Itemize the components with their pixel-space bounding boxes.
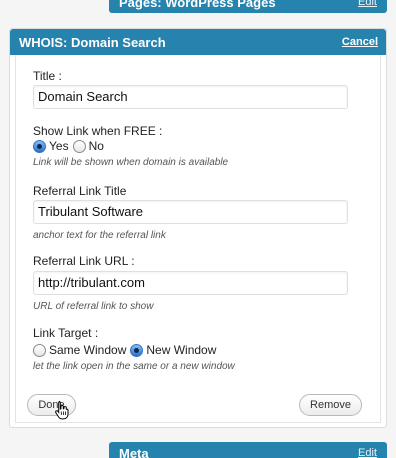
new-window-label[interactable]: New Window [146, 343, 216, 357]
link-target-label: Link Target : [33, 326, 99, 340]
ref-title-input[interactable]: Tribulant Software [33, 200, 348, 224]
widget-whois-panel: WHOIS: Domain Search Cancel Title : Doma… [9, 28, 387, 428]
show-link-yes-label[interactable]: Yes [49, 139, 69, 153]
hand-cursor-icon [55, 401, 69, 420]
ref-url-hint: URL of referral link to show [33, 301, 154, 312]
show-link-radio-group: Yes No [33, 139, 108, 153]
show-link-yes-radio[interactable] [33, 139, 46, 153]
link-target-radio-group: Same Window New Window [33, 343, 220, 357]
new-window-radio[interactable] [130, 343, 144, 357]
title-label: Title : [33, 69, 62, 83]
same-window-radio[interactable] [33, 343, 46, 357]
panel-header: WHOIS: Domain Search Cancel [10, 29, 386, 55]
show-link-label: Show Link when FREE : [33, 124, 163, 138]
widget-pages: Pages: WordPress Pages Edit [109, 0, 387, 13]
same-window-label[interactable]: Same Window [49, 343, 126, 357]
ref-title-hint: anchor text for the referral link [33, 230, 166, 241]
panel-title: WHOIS: Domain Search [19, 34, 166, 50]
widget-meta: Meta Edit [109, 442, 387, 458]
widget-pages-title: Pages: WordPress Pages [119, 0, 276, 10]
ref-title-label: Referral Link Title [33, 184, 127, 198]
title-input[interactable]: Domain Search [33, 85, 348, 109]
link-target-hint: let the link open in the same or a new w… [33, 361, 235, 372]
widget-meta-title: Meta [119, 445, 149, 458]
show-link-no-radio[interactable] [72, 139, 86, 153]
cancel-link[interactable]: Cancel [342, 36, 378, 48]
remove-button[interactable]: Remove [299, 394, 362, 416]
show-link-hint: Link will be shown when domain is availa… [33, 157, 229, 168]
ref-url-input[interactable]: http://tribulant.com [33, 271, 348, 295]
widget-meta-edit-link[interactable]: Edit [358, 447, 377, 458]
ref-url-label: Referral Link URL : [33, 254, 135, 268]
show-link-no-label[interactable]: No [89, 139, 104, 153]
widget-pages-edit-link[interactable]: Edit [358, 0, 377, 8]
widget-form: Title : Domain Search Show Link when FRE… [15, 55, 381, 423]
